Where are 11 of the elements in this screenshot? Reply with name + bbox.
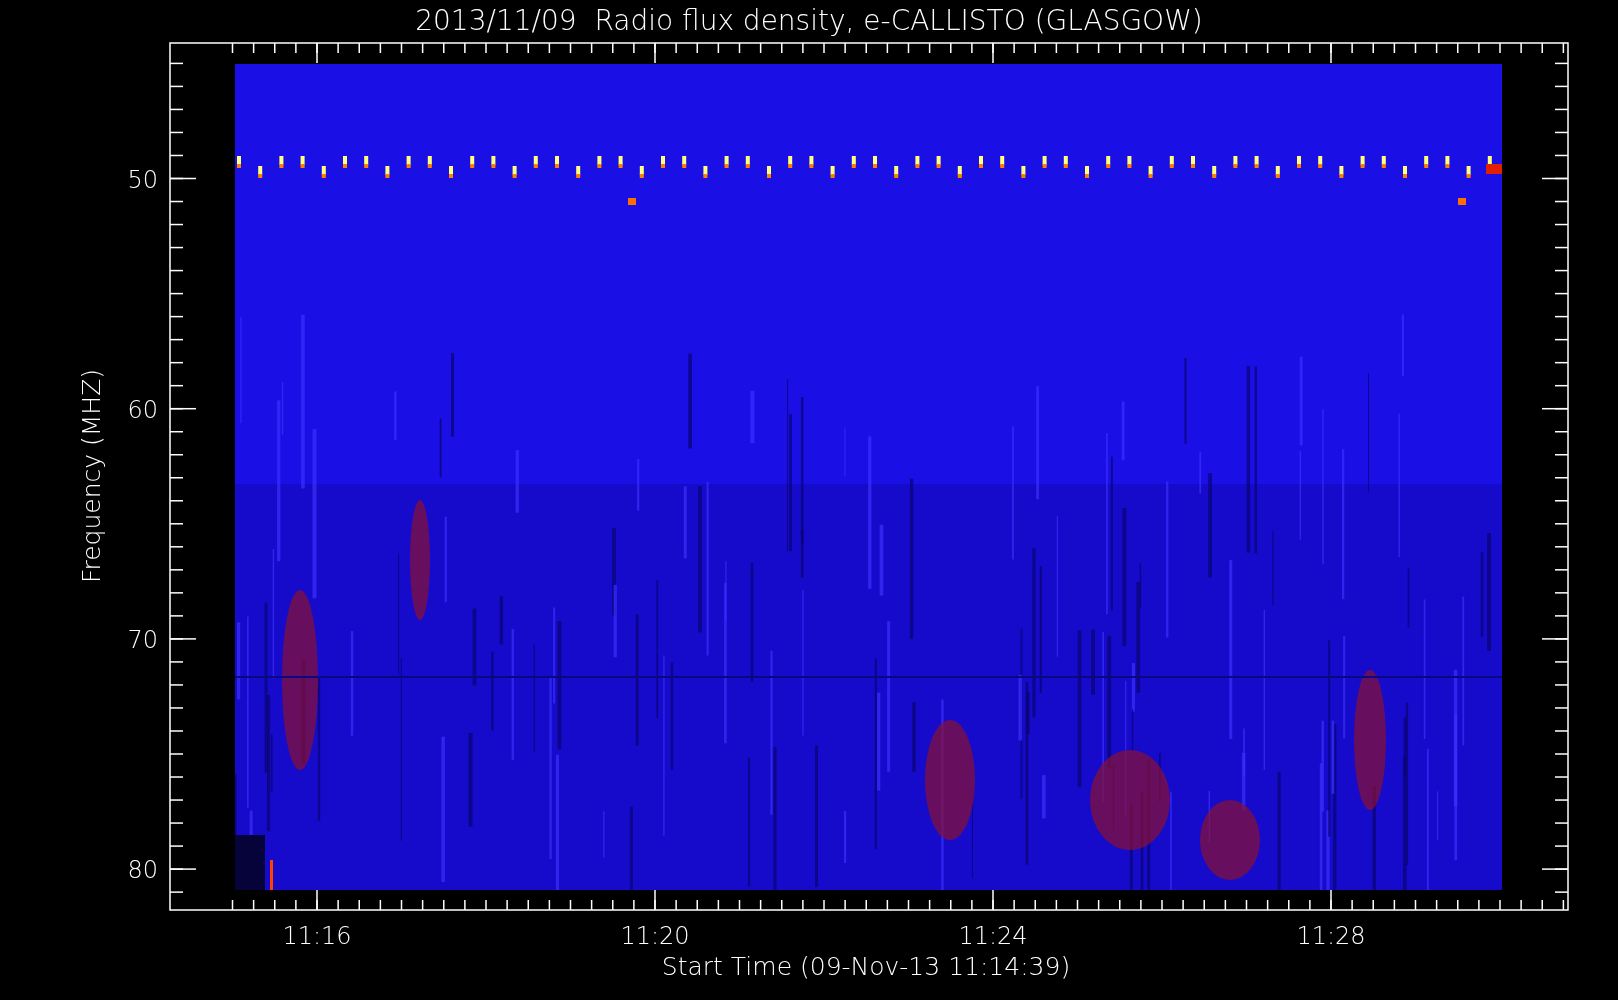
x-tick-label: 11:24 (958, 922, 1028, 950)
y-tick-label: 60 (127, 395, 158, 424)
x-tick-label: 11:20 (620, 922, 690, 950)
x-tick-label: 11:16 (282, 922, 352, 950)
y-tick-label: 80 (127, 856, 158, 885)
y-tick-label: 70 (127, 625, 158, 654)
y-axis-label: Frequency (MHZ) (77, 368, 106, 584)
x-axis-label: Start Time (09-Nov-13 11:14:39) (661, 952, 1071, 981)
x-tick-label: 11:28 (1296, 922, 1366, 950)
y-tick-label: 50 (127, 165, 158, 194)
chart-title: 2013/11/09 Radio flux density, e-CALLISTO (GLASGOW) (415, 4, 1203, 37)
